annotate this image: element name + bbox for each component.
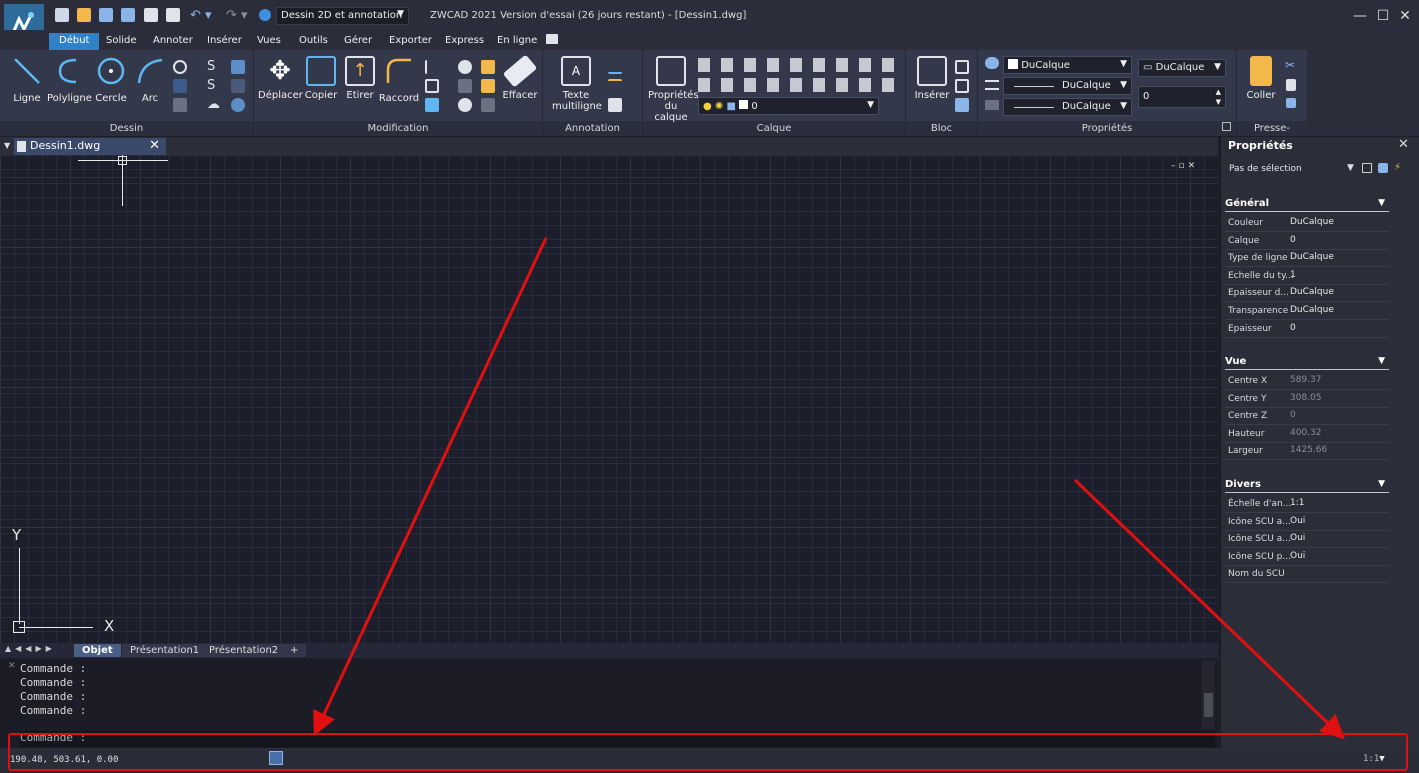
annotation-arrow-left — [313, 237, 548, 736]
annotation-arrow-right — [1073, 478, 1345, 740]
annotation-arrows — [313, 237, 1345, 740]
annotation-highlight-box — [8, 733, 1408, 771]
